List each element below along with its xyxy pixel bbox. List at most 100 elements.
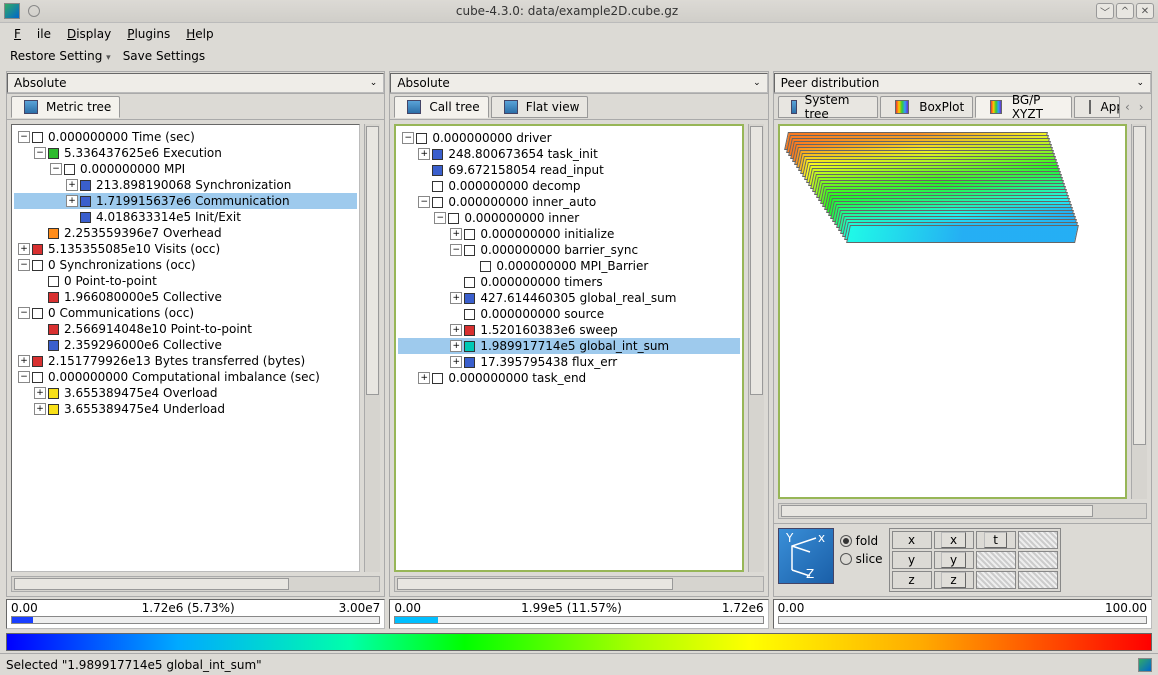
tree-node[interactable]: +5.135355085e10 Visits (occ) bbox=[14, 241, 357, 257]
tree-node[interactable]: 1.966080000e5 Collective bbox=[14, 289, 357, 305]
tree-node[interactable]: −0.000000000 Time (sec) bbox=[14, 129, 357, 145]
tree-node[interactable]: 4.018633314e5 Init/Exit bbox=[14, 209, 357, 225]
vertical-scrollbar[interactable] bbox=[748, 124, 764, 572]
tab-metric-tree[interactable]: Metric tree bbox=[11, 96, 120, 118]
tree-node[interactable]: −5.336437625e6 Execution bbox=[14, 145, 357, 161]
horizontal-scrollbar[interactable] bbox=[778, 503, 1147, 519]
expand-icon[interactable]: + bbox=[450, 356, 462, 368]
tree-node[interactable]: 2.566914048e10 Point-to-point bbox=[14, 321, 357, 337]
menu-display[interactable]: Display bbox=[59, 25, 119, 43]
tree-node[interactable]: +3.655389475e4 Overload bbox=[14, 385, 357, 401]
expand-icon[interactable]: + bbox=[418, 372, 430, 384]
system-selector[interactable]: Peer distribution ⌄ bbox=[774, 73, 1151, 93]
tree-node[interactable]: +1.520160383e6 sweep bbox=[398, 322, 739, 338]
radio-slice[interactable]: slice bbox=[840, 552, 883, 566]
menu-file[interactable]: File bbox=[6, 25, 59, 43]
tree-node[interactable]: +0.000000000 initialize bbox=[398, 226, 739, 242]
axis-btn-t[interactable]: t bbox=[984, 532, 1007, 548]
tree-node[interactable]: −0.000000000 barrier_sync bbox=[398, 242, 739, 258]
horizontal-scrollbar[interactable] bbox=[11, 576, 380, 592]
axis-btn-z[interactable]: z bbox=[941, 572, 965, 588]
system-panel: Peer distribution ⌄ System tree BoxPlot … bbox=[773, 71, 1152, 597]
tree-node[interactable]: +248.800673654 task_init bbox=[398, 146, 739, 162]
axis-btn-x[interactable]: x bbox=[941, 532, 966, 548]
tree-node[interactable]: −0.000000000 Computational imbalance (se… bbox=[14, 369, 357, 385]
tree-node[interactable]: 2.253559396e7 Overhead bbox=[14, 225, 357, 241]
expand-icon[interactable]: + bbox=[450, 340, 462, 352]
minimize-button[interactable]: ﹀ bbox=[1096, 3, 1114, 19]
tree-node[interactable]: −0.000000000 driver bbox=[398, 130, 739, 146]
resize-grip-icon[interactable] bbox=[1138, 658, 1152, 672]
maximize-button[interactable]: ^ bbox=[1116, 3, 1134, 19]
tree-node[interactable]: −0.000000000 inner bbox=[398, 210, 739, 226]
statusbar: Selected "1.989917714e5 global_int_sum" bbox=[0, 653, 1158, 675]
save-settings-button[interactable]: Save Settings bbox=[119, 48, 210, 64]
expand-icon[interactable]: + bbox=[18, 355, 30, 367]
tree-node[interactable]: 0.000000000 source bbox=[398, 306, 739, 322]
tree-node[interactable]: +213.898190068 Synchronization bbox=[14, 177, 357, 193]
collapse-icon[interactable]: − bbox=[18, 259, 30, 271]
tree-node[interactable]: +0.000000000 task_end bbox=[398, 370, 739, 386]
tree-node[interactable]: 0 Point-to-point bbox=[14, 273, 357, 289]
tree-node[interactable]: +17.395795438 flux_err bbox=[398, 354, 739, 370]
tree-node[interactable]: −0.000000000 inner_auto bbox=[398, 194, 739, 210]
tree-node[interactable]: −0 Communications (occ) bbox=[14, 305, 357, 321]
tree-node[interactable]: 0.000000000 timers bbox=[398, 274, 739, 290]
collapse-icon[interactable]: − bbox=[50, 163, 62, 175]
tree-node[interactable]: 0.000000000 decomp bbox=[398, 178, 739, 194]
tab-flat-view[interactable]: Flat view bbox=[491, 96, 589, 118]
tab-nav-left[interactable]: ‹ bbox=[1122, 100, 1134, 114]
call-selector[interactable]: Absolute ⌄ bbox=[390, 73, 767, 93]
collapse-icon[interactable]: − bbox=[18, 307, 30, 319]
tree-node[interactable]: +427.614460305 global_real_sum bbox=[398, 290, 739, 306]
tree-node[interactable]: +1.719915637e6 Communication bbox=[14, 193, 357, 209]
tree-node[interactable]: 69.672158054 read_input bbox=[398, 162, 739, 178]
axes-cube-icon[interactable]: xYZ bbox=[778, 528, 834, 584]
pin-icon[interactable] bbox=[28, 5, 40, 17]
tree-node[interactable]: −0.000000000 MPI bbox=[14, 161, 357, 177]
call-tree[interactable]: −0.000000000 driver+248.800673654 task_i… bbox=[394, 124, 743, 572]
collapse-icon[interactable]: − bbox=[434, 212, 446, 224]
app-icon bbox=[4, 3, 20, 19]
radio-fold[interactable]: fold bbox=[840, 534, 883, 548]
tab-label: BG/P XYZT bbox=[1012, 93, 1063, 121]
collapse-icon[interactable]: − bbox=[418, 196, 430, 208]
menu-plugins[interactable]: Plugins bbox=[119, 25, 178, 43]
tree-node[interactable]: +2.151779926e13 Bytes transferred (bytes… bbox=[14, 353, 357, 369]
tab-nav-right[interactable]: › bbox=[1135, 100, 1147, 114]
collapse-icon[interactable]: − bbox=[18, 371, 30, 383]
collapse-icon[interactable]: − bbox=[450, 244, 462, 256]
tab-call-tree[interactable]: Call tree bbox=[394, 96, 488, 118]
restore-setting-button[interactable]: Restore Setting ▾ bbox=[6, 48, 115, 64]
collapse-icon[interactable]: − bbox=[402, 132, 414, 144]
expand-icon[interactable]: + bbox=[450, 324, 462, 336]
axis-btn-y[interactable]: y bbox=[941, 552, 966, 568]
topology-visualization[interactable] bbox=[778, 124, 1127, 499]
tab-bgp-xyzt[interactable]: BG/P XYZT bbox=[975, 96, 1071, 118]
tree-node[interactable]: 2.359296000e6 Collective bbox=[14, 337, 357, 353]
expand-icon[interactable]: + bbox=[34, 403, 46, 415]
expand-icon[interactable]: + bbox=[66, 179, 78, 191]
collapse-icon[interactable]: − bbox=[18, 131, 30, 143]
vertical-scrollbar[interactable] bbox=[364, 124, 380, 572]
metric-tree[interactable]: −0.000000000 Time (sec)−5.336437625e6 Ex… bbox=[11, 124, 360, 572]
vertical-scrollbar[interactable] bbox=[1131, 124, 1147, 499]
expand-icon[interactable]: + bbox=[418, 148, 430, 160]
menu-help[interactable]: Help bbox=[178, 25, 221, 43]
tree-node[interactable]: +1.989917714e5 global_int_sum bbox=[398, 338, 739, 354]
close-button[interactable]: ✕ bbox=[1136, 3, 1154, 19]
expand-icon[interactable]: + bbox=[18, 243, 30, 255]
expand-icon[interactable]: + bbox=[450, 292, 462, 304]
tab-app[interactable]: App bbox=[1074, 96, 1120, 118]
tab-system-tree[interactable]: System tree bbox=[778, 96, 879, 118]
collapse-icon[interactable]: − bbox=[34, 147, 46, 159]
expand-icon[interactable]: + bbox=[450, 228, 462, 240]
expand-icon[interactable]: + bbox=[66, 195, 78, 207]
expand-icon[interactable]: + bbox=[34, 387, 46, 399]
tree-node[interactable]: 0.000000000 MPI_Barrier bbox=[398, 258, 739, 274]
metric-selector[interactable]: Absolute ⌄ bbox=[7, 73, 384, 93]
tree-node[interactable]: +3.655389475e4 Underload bbox=[14, 401, 357, 417]
tab-boxplot[interactable]: BoxPlot bbox=[880, 96, 973, 118]
tree-node[interactable]: −0 Synchronizations (occ) bbox=[14, 257, 357, 273]
horizontal-scrollbar[interactable] bbox=[394, 576, 763, 592]
